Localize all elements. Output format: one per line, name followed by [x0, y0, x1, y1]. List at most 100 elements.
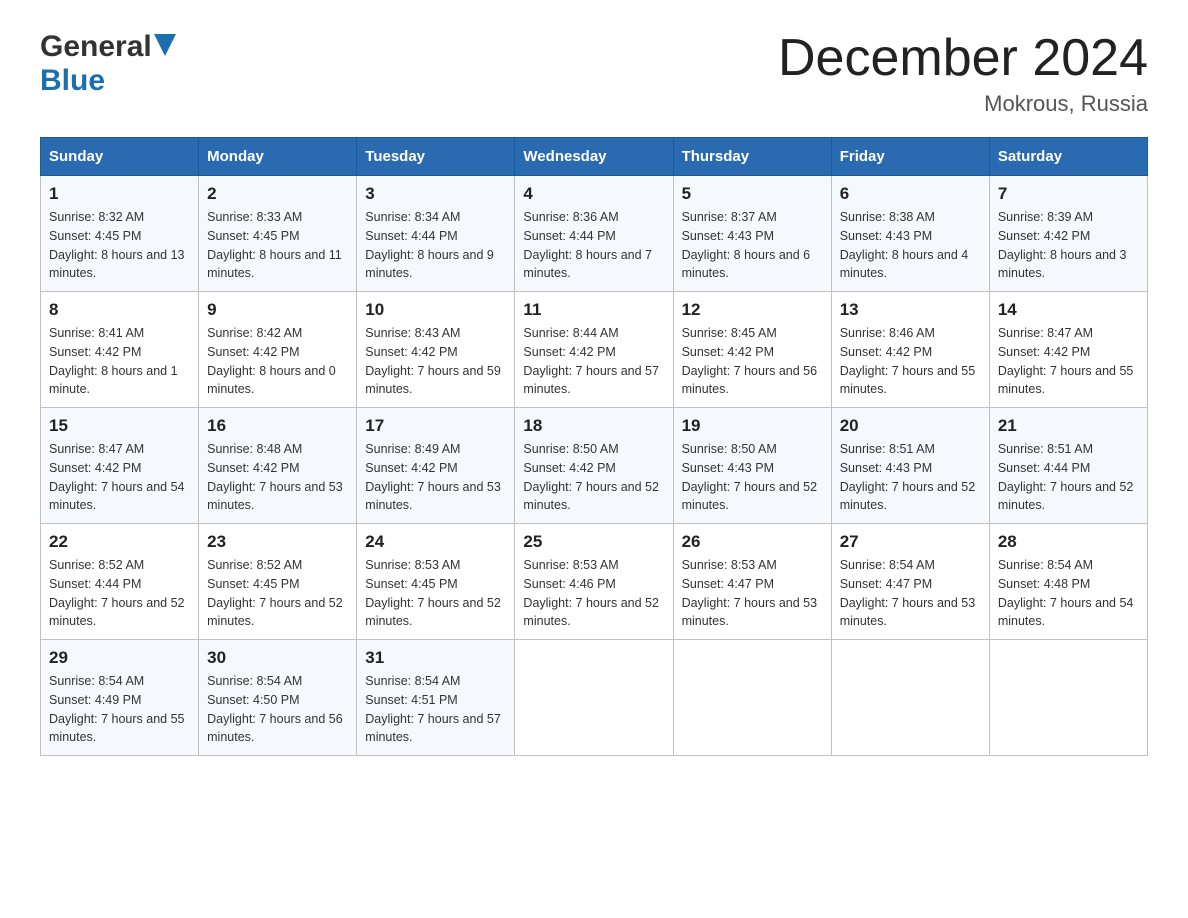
day-info: Sunrise: 8:38 AMSunset: 4:43 PMDaylight:…	[840, 208, 981, 283]
day-info: Sunrise: 8:44 AMSunset: 4:42 PMDaylight:…	[523, 324, 664, 399]
day-info: Sunrise: 8:50 AMSunset: 4:43 PMDaylight:…	[682, 440, 823, 515]
table-row: 13Sunrise: 8:46 AMSunset: 4:42 PMDayligh…	[831, 292, 989, 408]
title-block: December 2024 Mokrous, Russia	[778, 30, 1148, 117]
day-number: 8	[49, 300, 190, 320]
day-info: Sunrise: 8:36 AMSunset: 4:44 PMDaylight:…	[523, 208, 664, 283]
day-number: 15	[49, 416, 190, 436]
table-row: 18 Sunrise: 8:50 AMSunset: 4:42 PMDayligh…	[515, 408, 673, 524]
day-number: 22	[49, 532, 190, 552]
day-number: 30	[207, 648, 348, 668]
day-number: 16	[207, 416, 348, 436]
day-number: 21	[998, 416, 1139, 436]
table-row: 14 Sunrise: 8:47 AMSunset: 4:42 PMDayligh…	[989, 292, 1147, 408]
day-number: 3	[365, 184, 506, 204]
day-number: 20	[840, 416, 981, 436]
day-number: 18	[523, 416, 664, 436]
table-row: 9Sunrise: 8:42 AMSunset: 4:42 PMDaylight…	[199, 292, 357, 408]
table-row: 6 Sunrise: 8:38 AMSunset: 4:43 PMDaylight…	[831, 176, 989, 292]
table-row: 27Sunrise: 8:54 AMSunset: 4:47 PMDayligh…	[831, 524, 989, 640]
day-info: Sunrise: 8:47 AMSunset: 4:42 PMDaylight:…	[49, 440, 190, 515]
day-number: 19	[682, 416, 823, 436]
table-row: 4 Sunrise: 8:36 AMSunset: 4:44 PMDaylight…	[515, 176, 673, 292]
day-info: Sunrise: 8:52 AMSunset: 4:45 PMDaylight:…	[207, 556, 348, 631]
table-row: 22Sunrise: 8:52 AMSunset: 4:44 PMDayligh…	[41, 524, 199, 640]
day-number: 6	[840, 184, 981, 204]
day-number: 10	[365, 300, 506, 320]
table-row: 5Sunrise: 8:37 AMSunset: 4:43 PMDaylight…	[673, 176, 831, 292]
day-info: Sunrise: 8:34 AMSunset: 4:44 PMDaylight:…	[365, 208, 506, 283]
header-monday: Monday	[199, 138, 357, 176]
day-info: Sunrise: 8:37 AMSunset: 4:43 PMDaylight:…	[682, 208, 823, 283]
page-header: General Blue December 2024 Mokrous, Russ…	[40, 30, 1148, 117]
day-number: 9	[207, 300, 348, 320]
table-row: 3 Sunrise: 8:34 AMSunset: 4:44 PMDaylight…	[357, 176, 515, 292]
day-number: 13	[840, 300, 981, 320]
day-number: 31	[365, 648, 506, 668]
header-saturday: Saturday	[989, 138, 1147, 176]
day-info: Sunrise: 8:48 AMSunset: 4:42 PMDaylight:…	[207, 440, 348, 515]
table-row: 30Sunrise: 8:54 AMSunset: 4:50 PMDayligh…	[199, 640, 357, 756]
day-number: 26	[682, 532, 823, 552]
table-row	[989, 640, 1147, 756]
table-row: 25 Sunrise: 8:53 AMSunset: 4:46 PMDayligh…	[515, 524, 673, 640]
day-info: Sunrise: 8:53 AMSunset: 4:46 PMDaylight:…	[523, 556, 664, 631]
table-row: 15 Sunrise: 8:47 AMSunset: 4:42 PMDayligh…	[41, 408, 199, 524]
day-number: 11	[523, 300, 664, 320]
day-number: 7	[998, 184, 1139, 204]
day-info: Sunrise: 8:49 AMSunset: 4:42 PMDaylight:…	[365, 440, 506, 515]
table-row: 20Sunrise: 8:51 AMSunset: 4:43 PMDayligh…	[831, 408, 989, 524]
table-row: 2 Sunrise: 8:33 AMSunset: 4:45 PMDaylight…	[199, 176, 357, 292]
day-info: Sunrise: 8:51 AMSunset: 4:44 PMDaylight:…	[998, 440, 1139, 515]
day-number: 14	[998, 300, 1139, 320]
day-number: 23	[207, 532, 348, 552]
table-row: 12 Sunrise: 8:45 AMSunset: 4:42 PMDayligh…	[673, 292, 831, 408]
day-info: Sunrise: 8:45 AMSunset: 4:42 PMDaylight:…	[682, 324, 823, 399]
table-row	[515, 640, 673, 756]
day-info: Sunrise: 8:32 AMSunset: 4:45 PMDaylight:…	[49, 208, 190, 283]
day-number: 4	[523, 184, 664, 204]
logo-triangle-icon	[154, 34, 176, 56]
day-info: Sunrise: 8:47 AMSunset: 4:42 PMDaylight:…	[998, 324, 1139, 399]
weekday-header-row: Sunday Monday Tuesday Wednesday Thursday…	[41, 138, 1148, 176]
day-info: Sunrise: 8:50 AMSunset: 4:42 PMDaylight:…	[523, 440, 664, 515]
table-row: 23 Sunrise: 8:52 AMSunset: 4:45 PMDayligh…	[199, 524, 357, 640]
calendar-week-row: 1 Sunrise: 8:32 AMSunset: 4:45 PMDaylight…	[41, 176, 1148, 292]
calendar-week-row: 29 Sunrise: 8:54 AMSunset: 4:49 PMDayligh…	[41, 640, 1148, 756]
header-friday: Friday	[831, 138, 989, 176]
calendar-week-row: 15 Sunrise: 8:47 AMSunset: 4:42 PMDayligh…	[41, 408, 1148, 524]
day-number: 25	[523, 532, 664, 552]
header-wednesday: Wednesday	[515, 138, 673, 176]
calendar-table: Sunday Monday Tuesday Wednesday Thursday…	[40, 137, 1148, 756]
table-row: 21 Sunrise: 8:51 AMSunset: 4:44 PMDayligh…	[989, 408, 1147, 524]
day-number: 12	[682, 300, 823, 320]
logo-general-text: General	[40, 30, 152, 64]
table-row: 8Sunrise: 8:41 AMSunset: 4:42 PMDaylight…	[41, 292, 199, 408]
day-info: Sunrise: 8:53 AMSunset: 4:47 PMDaylight:…	[682, 556, 823, 631]
table-row: 31Sunrise: 8:54 AMSunset: 4:51 PMDayligh…	[357, 640, 515, 756]
day-number: 1	[49, 184, 190, 204]
table-row: 17 Sunrise: 8:49 AMSunset: 4:42 PMDayligh…	[357, 408, 515, 524]
day-number: 17	[365, 416, 506, 436]
day-info: Sunrise: 8:39 AMSunset: 4:42 PMDaylight:…	[998, 208, 1139, 283]
day-info: Sunrise: 8:43 AMSunset: 4:42 PMDaylight:…	[365, 324, 506, 399]
table-row: 7 Sunrise: 8:39 AMSunset: 4:42 PMDaylight…	[989, 176, 1147, 292]
calendar-week-row: 8Sunrise: 8:41 AMSunset: 4:42 PMDaylight…	[41, 292, 1148, 408]
table-row	[831, 640, 989, 756]
day-number: 2	[207, 184, 348, 204]
header-thursday: Thursday	[673, 138, 831, 176]
logo: General Blue	[40, 30, 176, 98]
day-info: Sunrise: 8:54 AMSunset: 4:49 PMDaylight:…	[49, 672, 190, 747]
header-tuesday: Tuesday	[357, 138, 515, 176]
location-subtitle: Mokrous, Russia	[778, 91, 1148, 117]
day-number: 29	[49, 648, 190, 668]
month-year-title: December 2024	[778, 30, 1148, 87]
table-row: 24Sunrise: 8:53 AMSunset: 4:45 PMDayligh…	[357, 524, 515, 640]
day-number: 28	[998, 532, 1139, 552]
day-number: 27	[840, 532, 981, 552]
table-row: 19 Sunrise: 8:50 AMSunset: 4:43 PMDayligh…	[673, 408, 831, 524]
table-row: 28Sunrise: 8:54 AMSunset: 4:48 PMDayligh…	[989, 524, 1147, 640]
header-sunday: Sunday	[41, 138, 199, 176]
table-row: 29 Sunrise: 8:54 AMSunset: 4:49 PMDayligh…	[41, 640, 199, 756]
table-row	[673, 640, 831, 756]
day-info: Sunrise: 8:33 AMSunset: 4:45 PMDaylight:…	[207, 208, 348, 283]
